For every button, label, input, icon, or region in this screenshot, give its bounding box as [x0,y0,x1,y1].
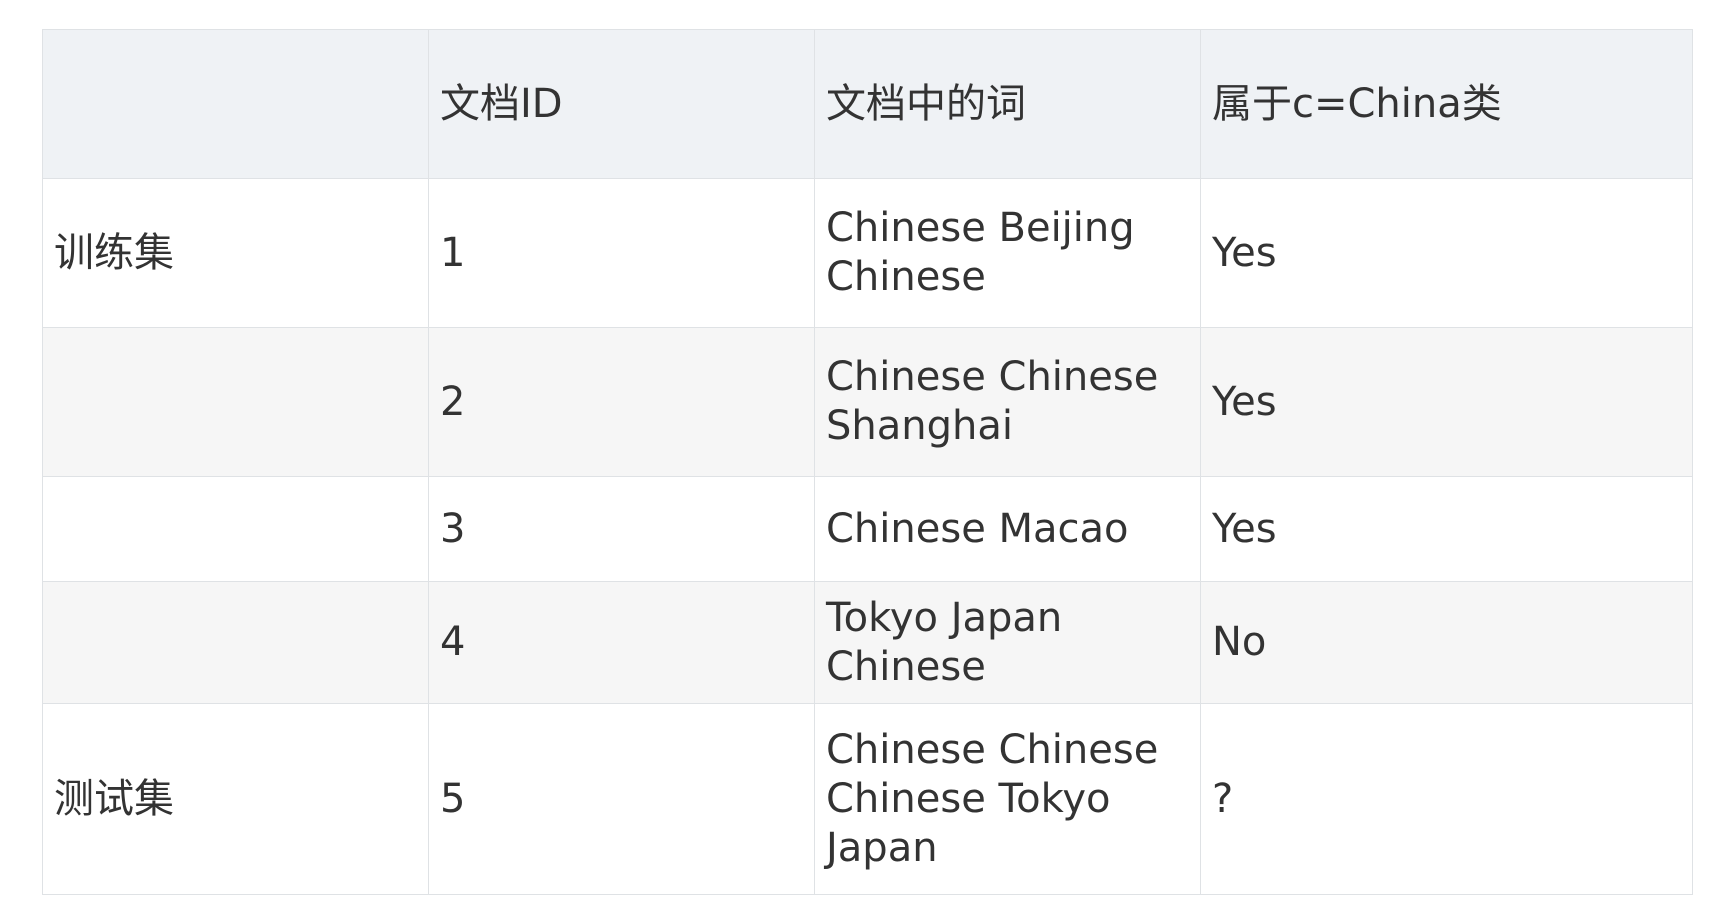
cell-class-label: Yes [1200,476,1693,582]
table-row: 训练集 1 Chinese Beijing Chinese Yes [42,178,1693,328]
cell-doc-words: Chinese Chinese Shanghai [814,327,1201,477]
table-row: 2 Chinese Chinese Shanghai Yes [42,327,1693,477]
cell-doc-words: Chinese Chinese Chinese Tokyo Japan [814,703,1201,895]
table-row: 测试集 5 Chinese Chinese Chinese Tokyo Japa… [42,703,1693,895]
cell-doc-id: 5 [428,703,815,895]
header-cell-set [42,29,429,179]
cell-doc-id: 1 [428,178,815,328]
cell-doc-words: Chinese Beijing Chinese [814,178,1201,328]
naive-bayes-table: 文档ID 文档中的词 属于c=China类 训练集 1 Chinese Beij… [42,29,1693,895]
cell-set: 训练集 [42,178,429,328]
cell-doc-words: Chinese Macao [814,476,1201,582]
table-row: 4 Tokyo Japan Chinese No [42,581,1693,704]
table-body: 训练集 1 Chinese Beijing Chinese Yes 2 Chin… [42,178,1693,895]
header-cell-doc-id: 文档ID [428,29,815,179]
cell-set: 测试集 [42,703,429,895]
header-cell-class-label: 属于c=China类 [1200,29,1693,179]
cell-set [42,581,429,704]
cell-class-label: Yes [1200,178,1693,328]
cell-doc-id: 4 [428,581,815,704]
header-cell-doc-words: 文档中的词 [814,29,1201,179]
table-header: 文档ID 文档中的词 属于c=China类 [42,29,1693,179]
cell-set [42,476,429,582]
header-row: 文档ID 文档中的词 属于c=China类 [42,29,1693,179]
cell-doc-id: 3 [428,476,815,582]
cell-doc-words: Tokyo Japan Chinese [814,581,1201,704]
cell-doc-id: 2 [428,327,815,477]
cell-set [42,327,429,477]
naive-bayes-table-container: 文档ID 文档中的词 属于c=China类 训练集 1 Chinese Beij… [42,29,1693,895]
cell-class-label: No [1200,581,1693,704]
table-row: 3 Chinese Macao Yes [42,476,1693,582]
cell-class-label: ? [1200,703,1693,895]
cell-class-label: Yes [1200,327,1693,477]
